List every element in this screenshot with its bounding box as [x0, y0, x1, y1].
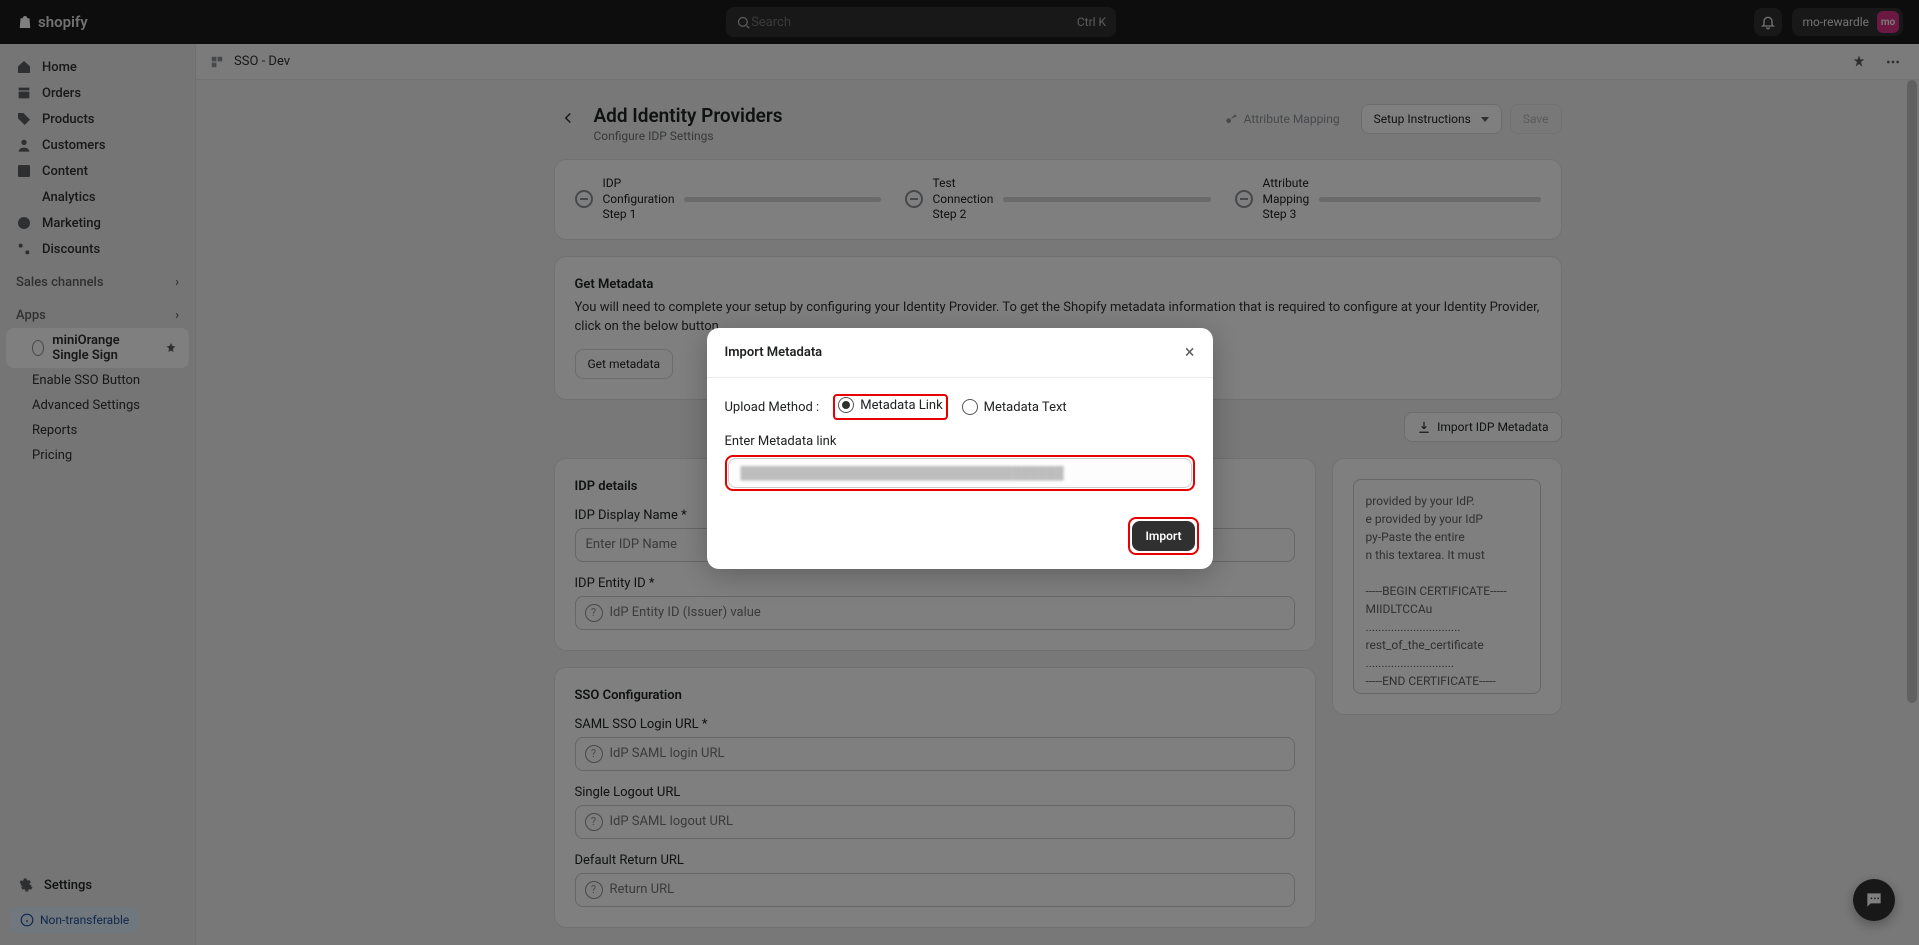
metadata-link-label: Enter Metadata link	[725, 434, 1195, 449]
radio-metadata-text[interactable]: Metadata Text	[962, 399, 1067, 415]
import-metadata-modal: Import Metadata × Upload Method : Metada…	[707, 328, 1213, 569]
modal-overlay[interactable]: Import Metadata × Upload Method : Metada…	[0, 0, 1919, 945]
import-button[interactable]: Import	[1132, 521, 1194, 551]
radio-on-icon	[838, 397, 854, 413]
modal-title: Import Metadata	[725, 345, 823, 360]
metadata-link-input[interactable]	[728, 458, 1192, 488]
radio-text-label: Metadata Text	[984, 400, 1067, 415]
radio-off-icon	[962, 399, 978, 415]
modal-close-button[interactable]: ×	[1185, 342, 1195, 363]
import-button-label: Import	[1145, 529, 1181, 543]
radio-link-label: Metadata Link	[860, 398, 942, 413]
upload-method-label: Upload Method :	[725, 400, 820, 415]
radio-metadata-link[interactable]: Metadata Link	[838, 397, 942, 413]
